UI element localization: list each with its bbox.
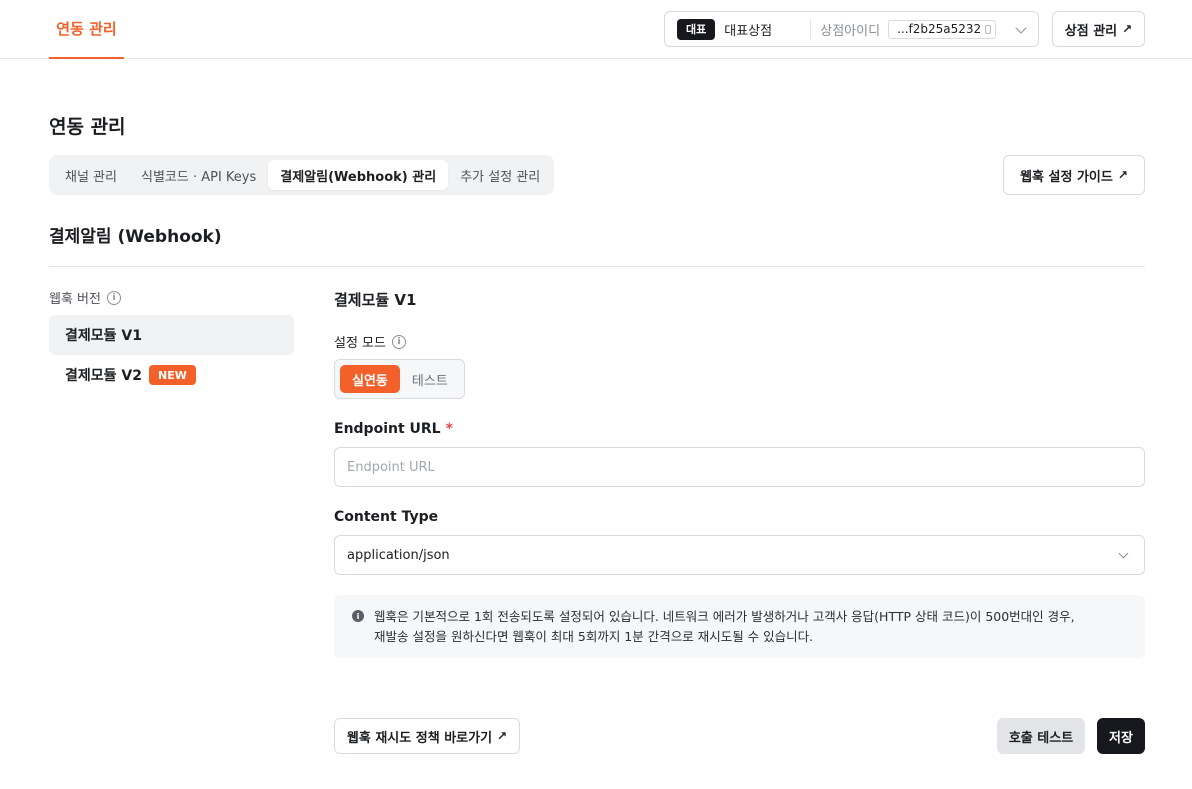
notice-text: 웹훅은 기본적으로 1회 전송되도록 설정되어 있습니다. 네트워크 에러가 발… — [374, 607, 1075, 658]
tab-label: 추가 설정 관리 — [460, 169, 541, 185]
manage-store-label: 상점 관리 — [1064, 23, 1118, 39]
tab-webhook[interactable]: 결제알림(Webhook) 관리 — [268, 160, 449, 190]
new-badge: NEW — [148, 365, 196, 385]
top-tab-label: 연동 관리 — [56, 20, 117, 38]
form-title: 결제모듈 V1 — [334, 291, 417, 309]
tab-extra-settings[interactable]: 추가 설정 관리 — [448, 160, 552, 190]
content-type-select[interactable]: application/json — [334, 535, 1145, 575]
mode-toggle: 실연동 테스트 — [334, 359, 465, 399]
external-link-icon: ↗ — [1122, 22, 1133, 36]
divider — [810, 19, 812, 39]
notice-line: 웹훅은 기본적으로 1회 전송되도록 설정되어 있습니다. 네트워크 에러가 발… — [374, 609, 1075, 624]
save-label: 저장 — [1109, 730, 1133, 746]
tab-channel[interactable]: 채널 관리 — [53, 160, 129, 190]
store-badge: 대표 — [677, 18, 716, 40]
copy-icon[interactable] — [985, 24, 992, 34]
webhook-version-label: 웹훅 버전 — [49, 292, 101, 307]
section-title: 결제알림 (Webhook) — [49, 227, 222, 247]
webhook-guide-button[interactable]: 웹훅 설정 가이드 ↗ — [1003, 155, 1145, 195]
info-filled-icon: i — [352, 610, 364, 622]
store-name: 대표상점 — [724, 23, 773, 39]
chevron-down-icon — [1118, 548, 1129, 559]
mode-option-label: 실연동 — [352, 373, 388, 389]
page-title: 연동 관리 — [49, 116, 126, 138]
required-mark: * — [445, 421, 453, 437]
sidebar-item-v1[interactable]: 결제모듈 V1 — [49, 315, 294, 355]
section-divider — [49, 266, 1145, 267]
sidebar-item-v2[interactable]: 결제모듈 V2 NEW — [49, 355, 294, 395]
store-id-box[interactable]: ...f2b25a5232 — [888, 19, 997, 39]
store-id-label: 상점아이디 — [820, 23, 881, 39]
top-bar: 연동 관리 대표 대표상점 상점아이디 ...f2b25a5232 상점 관리 … — [0, 0, 1192, 59]
call-test-label: 호출 테스트 — [1008, 730, 1074, 746]
mode-label-row: 설정 모드 i — [334, 332, 406, 351]
manage-store-button[interactable]: 상점 관리 ↗ — [1052, 11, 1145, 47]
retry-notice: i 웹훅은 기본적으로 1회 전송되도록 설정되어 있습니다. 네트워크 에러가… — [334, 595, 1145, 658]
external-link-icon: ↗ — [1117, 168, 1128, 182]
tab-label: 식별코드 · API Keys — [140, 169, 257, 185]
mode-label: 설정 모드 — [334, 336, 386, 351]
external-link-icon: ↗ — [497, 729, 508, 743]
endpoint-field[interactable] — [334, 447, 1145, 487]
mode-option-label: 테스트 — [411, 373, 448, 389]
retry-policy-label: 웹훅 재시도 정책 바로가기 — [346, 730, 493, 746]
mode-test-button[interactable]: 테스트 — [400, 365, 460, 393]
store-id-value: ...f2b25a5232 — [897, 22, 982, 36]
store-selector[interactable]: 대표 대표상점 상점아이디 ...f2b25a5232 — [664, 11, 1039, 47]
sidebar-item-label: 결제모듈 V2 — [65, 368, 142, 384]
mode-live-button[interactable]: 실연동 — [340, 365, 400, 393]
tab-label: 채널 관리 — [65, 169, 117, 185]
save-button[interactable]: 저장 — [1097, 718, 1145, 754]
endpoint-url-input[interactable] — [347, 459, 1127, 475]
top-tab-integration[interactable]: 연동 관리 — [49, 0, 124, 59]
webhook-version-heading: 웹훅 버전 i — [49, 288, 121, 307]
content-type-label: Content Type — [334, 509, 439, 525]
retry-policy-link-button[interactable]: 웹훅 재시도 정책 바로가기 ↗ — [334, 718, 520, 754]
endpoint-label: Endpoint URL — [334, 421, 441, 437]
webhook-guide-label: 웹훅 설정 가이드 — [1020, 169, 1113, 185]
chevron-down-icon — [1015, 22, 1027, 34]
tab-api-keys[interactable]: 식별코드 · API Keys — [129, 160, 268, 190]
content-type-value: application/json — [347, 547, 450, 563]
subtab-bar: 채널 관리 식별코드 · API Keys 결제알림(Webhook) 관리 추… — [49, 155, 554, 195]
sidebar-item-label: 결제모듈 V1 — [65, 328, 142, 344]
call-test-button[interactable]: 호출 테스트 — [997, 718, 1085, 754]
info-icon[interactable]: i — [106, 290, 121, 305]
content-type-label-row: Content Type — [334, 509, 438, 525]
tab-label: 결제알림(Webhook) 관리 — [280, 169, 437, 185]
notice-line: 재발송 설정을 원하신다면 웹훅이 최대 5회까지 1분 간격으로 재시도될 수… — [374, 629, 814, 644]
endpoint-label-row: Endpoint URL * — [334, 421, 453, 437]
info-icon[interactable]: i — [391, 334, 406, 349]
